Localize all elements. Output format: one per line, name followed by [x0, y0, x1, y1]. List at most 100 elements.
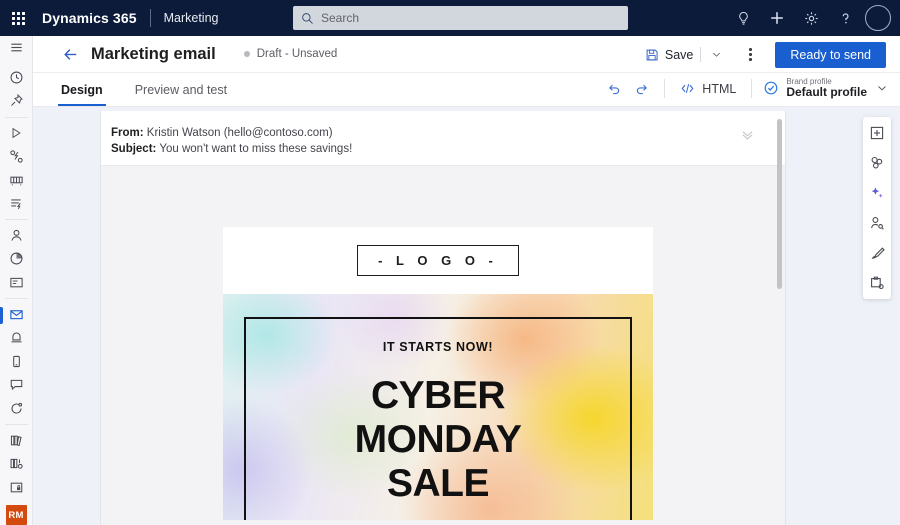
design-canvas: From: Kristin Watson (hello@contoso.com)…: [33, 107, 900, 525]
clipboard-gear-icon: [871, 276, 884, 290]
hamburger-icon: [10, 43, 22, 52]
status-badge: Draft - Unsaved: [243, 48, 337, 60]
logo-placeholder: - L O G O -: [357, 245, 519, 276]
app-title: Marketing: [163, 11, 219, 25]
hero-banner-block[interactable]: IT STARTS NOW! CYBER MONDAY SALE: [223, 294, 653, 520]
search-box[interactable]: [293, 6, 628, 30]
sidebar-item-pinned[interactable]: [0, 89, 33, 112]
back-button[interactable]: [55, 39, 85, 69]
tab-preview-and-test[interactable]: Preview and test: [132, 73, 230, 106]
settings-button-panel[interactable]: [864, 272, 890, 294]
scrollbar-thumb[interactable]: [777, 119, 782, 289]
sidebar-item-text-messages[interactable]: [0, 350, 33, 373]
sidebar-item-insights[interactable]: [0, 247, 33, 270]
html-button[interactable]: HTML: [674, 75, 742, 102]
logo-block[interactable]: - L O G O -: [223, 227, 653, 294]
push-icon: [10, 332, 22, 343]
sidebar-item-contacts[interactable]: [0, 224, 33, 247]
sidebar-item-custom-channels[interactable]: [0, 396, 33, 419]
form-card-icon: [9, 277, 23, 288]
layouts-button[interactable]: [864, 152, 890, 174]
assets-icon: [10, 459, 23, 469]
plus-icon: [771, 12, 783, 24]
save-dropdown-button[interactable]: [708, 49, 725, 60]
canvas-scrollbar[interactable]: [773, 111, 785, 525]
save-disk-icon: [646, 49, 658, 60]
double-chevron-down-icon: [742, 131, 753, 140]
design-toolbar: Design Preview and test HTML Brand profi…: [33, 73, 900, 107]
books-icon: [10, 435, 22, 446]
ready-to-send-button[interactable]: Ready to send: [775, 41, 886, 68]
sidebar-item-recent[interactable]: [0, 66, 33, 89]
tab-design[interactable]: Design: [58, 73, 106, 106]
sidebar-item-messages[interactable]: [0, 373, 33, 396]
hero-line-3: SALE: [386, 462, 490, 505]
lightbulb-button[interactable]: [726, 0, 760, 36]
hero-line-2: MONDAY: [354, 418, 522, 461]
page-title: Marketing email: [91, 44, 216, 63]
arrow-left-icon: [63, 48, 76, 60]
sparkle-icon: [871, 187, 883, 198]
email-editor-surface: From: Kristin Watson (hello@contoso.com)…: [100, 111, 786, 525]
clock-icon: [10, 71, 22, 84]
avatar[interactable]: [865, 5, 891, 31]
help-button[interactable]: [828, 0, 862, 36]
copilot-button[interactable]: [864, 182, 890, 204]
lightbulb-icon: [738, 11, 748, 25]
help-icon: [842, 12, 849, 23]
toolbar-divider-1: [664, 79, 666, 98]
sidebar-item-library[interactable]: [0, 429, 33, 452]
app-launcher-button[interactable]: [0, 0, 36, 36]
code-brackets-icon: [681, 84, 694, 93]
email-from-line: From: Kristin Watson (hello@contoso.com): [111, 126, 785, 142]
brand-profile-selector[interactable]: Brand profile Default profile: [761, 77, 888, 100]
pin-icon: [10, 94, 23, 107]
html-label: HTML: [702, 81, 737, 96]
add-button[interactable]: [760, 0, 794, 36]
hero-title: CYBER MONDAY SALE: [223, 374, 653, 506]
sidebar-item-site-map[interactable]: [0, 36, 33, 59]
sidebar-item-assets[interactable]: [0, 452, 33, 475]
lightning-nodes-icon: [9, 150, 23, 163]
redo-button[interactable]: [628, 75, 655, 102]
brand-divider: [149, 9, 151, 27]
styles-button[interactable]: [864, 242, 890, 264]
settings-button[interactable]: [794, 0, 828, 36]
suite-actions: [726, 0, 896, 36]
subject-value[interactable]: You won't want to miss these savings!: [159, 143, 352, 155]
sidebar-item-journeys[interactable]: [0, 122, 33, 145]
sidebar-item-templates[interactable]: [0, 475, 33, 498]
app-root: Dynamics 365 Marketing Search RM Marketi…: [0, 0, 900, 525]
sidebar-item-emails[interactable]: [0, 303, 33, 326]
command-bar: Marketing email Draft - Unsaved Save Rea…: [33, 36, 900, 73]
command-bar-actions: Save Ready to send: [645, 36, 886, 73]
from-value[interactable]: Kristin Watson (hello@contoso.com): [147, 127, 333, 139]
status-dot: [243, 51, 250, 57]
subject-label: Subject:: [111, 142, 157, 155]
sidebar-item-lead-scoring[interactable]: [0, 192, 33, 215]
add-element-button[interactable]: [864, 122, 890, 144]
email-subject-line: Subject: You won't want to miss these sa…: [111, 142, 785, 158]
pie-chart-icon: [10, 253, 22, 265]
sidebar-item-triggers[interactable]: [0, 145, 33, 168]
save-divider: [700, 47, 702, 62]
sidebar-item-push-notifications[interactable]: [0, 326, 33, 349]
search-input[interactable]: [321, 11, 601, 25]
expand-meta-button[interactable]: [740, 128, 755, 146]
element-toolbar: [863, 117, 891, 299]
template-lock-icon: [10, 482, 22, 492]
more-commands-button[interactable]: [737, 42, 763, 68]
chevron-down-icon: [713, 52, 721, 57]
hero-kicker: IT STARTS NOW!: [382, 340, 494, 354]
sidebar-item-forms[interactable]: [0, 271, 33, 294]
save-button[interactable]: Save: [645, 48, 693, 62]
sidebar-item-segments[interactable]: [0, 168, 33, 191]
person-gear-icon: [871, 217, 884, 230]
personalization-button[interactable]: [864, 212, 890, 234]
shapes-icon: [871, 156, 883, 169]
more-vertical-icon: [749, 48, 752, 51]
environment-badge[interactable]: RM: [5, 505, 27, 525]
undo-button[interactable]: [601, 75, 628, 102]
hero-line-1: CYBER: [370, 374, 506, 417]
undo-icon: [609, 84, 620, 95]
